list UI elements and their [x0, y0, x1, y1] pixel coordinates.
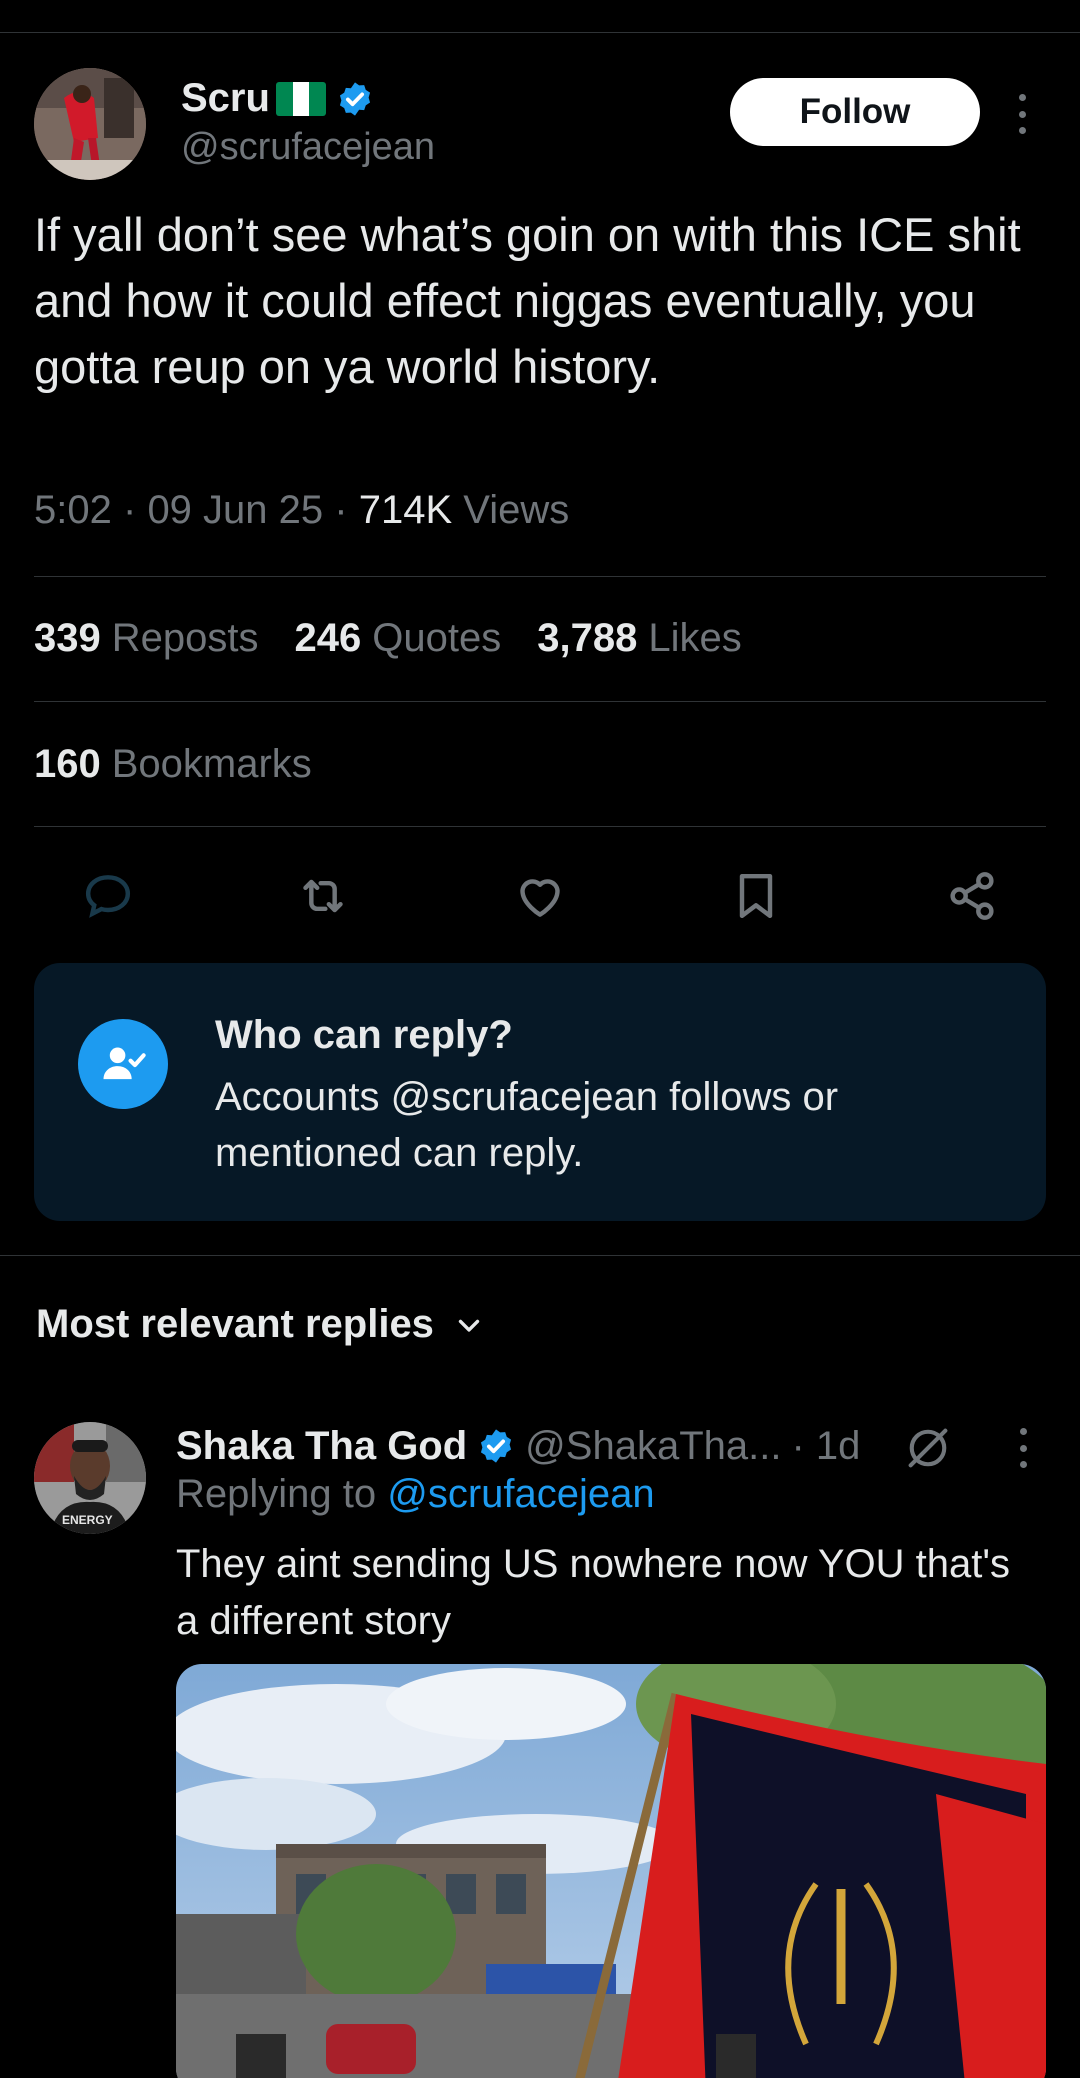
reposts-stat[interactable]: 339 Reposts [34, 616, 259, 661]
replying-to-handle-link[interactable]: @scrufacejean [387, 1472, 654, 1516]
verified-badge-icon [339, 81, 370, 116]
reply-icon[interactable] [78, 866, 138, 926]
reply-restriction-notice: Who can reply? Accounts @scrufacejean fo… [34, 963, 1046, 1221]
author-handle[interactable]: @scrufacejean [181, 126, 435, 169]
views-label: Views [463, 488, 570, 532]
post-time: 5:02 [34, 488, 112, 532]
views-count: 714K [358, 488, 453, 532]
reply-more-options-icon[interactable] [1018, 1428, 1028, 1468]
reply-author-avatar[interactable]: ENERGY [34, 1422, 146, 1534]
divider [34, 576, 1046, 577]
action-bar [0, 866, 1080, 926]
post-text: If yall don’t see what’s goin on with th… [34, 208, 1021, 393]
top-divider [0, 32, 1080, 33]
reply-author-handle[interactable]: @ShakaTha... [525, 1424, 781, 1469]
reply-time: · 1d [791, 1423, 861, 1468]
quotes-stat[interactable]: 246 Quotes [295, 616, 502, 661]
likes-stat[interactable]: 3,788 Likes [537, 616, 742, 661]
section-divider [0, 1255, 1080, 1256]
reply-restriction-description: Accounts @scrufacejean follows or mentio… [215, 1075, 839, 1175]
author-name[interactable]: Scru [181, 76, 374, 121]
engagement-stats: 339 Reposts 246 Quotes 3,788 Likes [34, 616, 742, 661]
reply-media-image[interactable] [176, 1664, 1046, 2078]
verified-badge-icon [481, 1429, 512, 1463]
chevron-down-icon [458, 1319, 480, 1332]
divider [34, 701, 1046, 702]
reply-text: They aint sending US nowhere now YOU tha… [176, 1542, 1011, 1643]
follow-button[interactable]: Follow [730, 78, 980, 146]
reply-item[interactable]: ENERGY Shaka Tha God @ShakaTha... · 1d R… [0, 1420, 1080, 2078]
repost-icon[interactable] [293, 866, 353, 926]
reply-restriction-title: Who can reply? [215, 1013, 513, 1057]
post-date: 09 Jun 25 [147, 488, 324, 532]
avatar-shirt-text: ENERGY [62, 1513, 113, 1527]
replying-to: Replying to @scrufacejean [176, 1472, 655, 1516]
like-icon[interactable] [510, 866, 570, 926]
divider [34, 826, 1046, 827]
more-options-icon[interactable] [1010, 94, 1034, 134]
replies-sort-dropdown[interactable]: Most relevant replies [36, 1302, 486, 1347]
reply-header: Shaka Tha God @ShakaTha... · 1d [176, 1420, 860, 1472]
post-metadata: 5:02 · 09 Jun 25 · 714K Views [34, 488, 570, 532]
post-author-header: Scru @scrufacejean Follow [34, 68, 1046, 180]
nigeria-flag-icon [275, 81, 326, 116]
bookmarks-stat[interactable]: 160 Bookmarks [34, 742, 312, 787]
bookmark-icon[interactable] [726, 866, 786, 926]
author-avatar[interactable] [34, 68, 146, 180]
grok-icon[interactable] [902, 1422, 954, 1474]
reply-author-name[interactable]: Shaka Tha God [176, 1424, 467, 1469]
share-icon[interactable] [942, 866, 1002, 926]
user-check-icon [78, 1019, 168, 1109]
